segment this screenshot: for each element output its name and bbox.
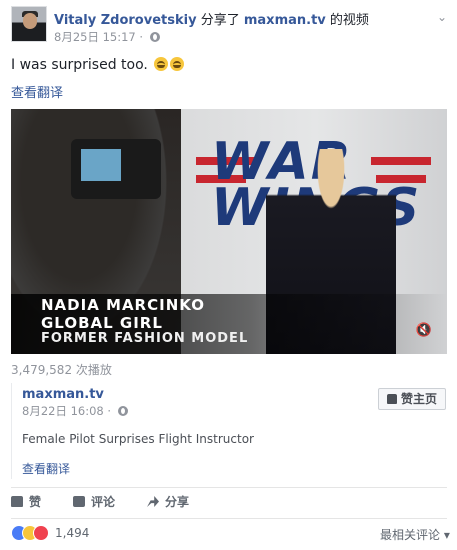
shared-post-description: Female Pilot Surprises Flight Instructor — [22, 432, 254, 446]
comment-bubble-icon — [73, 496, 85, 507]
love-reaction-icon — [33, 525, 49, 541]
avatar-face — [23, 13, 37, 29]
laughing-crying-emoji-icon — [154, 57, 169, 71]
chevron-down-icon[interactable]: ⌄ — [437, 10, 447, 24]
post-title: Vitaly Zdorovetskiy 分享了 maxman.tv 的视频 — [54, 9, 369, 28]
meta-separator: · — [107, 404, 112, 418]
shared-text: 分享了 — [200, 13, 240, 28]
like-label: 赞 — [29, 495, 42, 509]
caption-line-3: FORMER FASHION MODEL — [41, 331, 249, 346]
comment-label: 评论 — [91, 495, 116, 509]
divider — [11, 518, 447, 519]
action-bar: 赞 评论 分享 — [11, 492, 447, 512]
post-text: I was surprised too. — [11, 57, 148, 73]
reaction-count[interactable]: 1,494 — [55, 526, 89, 540]
shared-page-link[interactable]: maxman.tv — [244, 13, 326, 28]
comment-sort-label: 最相关评论 — [380, 528, 441, 542]
share-button[interactable]: 分享 — [147, 492, 189, 512]
see-translation-link[interactable]: 查看翻译 — [22, 460, 70, 477]
laughing-crying-emoji-icon — [170, 57, 185, 71]
like-page-button[interactable]: 赞主页 — [378, 388, 446, 410]
view-count: 3,479,582 次播放 — [11, 363, 112, 377]
possessive-video-label: 的视频 — [329, 13, 369, 28]
video-player[interactable]: WAR WINGS NADIA MARCINKO GLOBAL GIRL FOR… — [11, 109, 447, 354]
like-page-label: 赞主页 — [400, 392, 437, 406]
shared-post-meta: 8月22日 16:08 · — [22, 403, 128, 419]
shared-post-timestamp[interactable]: 8月22日 16:08 — [22, 404, 104, 418]
like-button[interactable]: 赞 — [11, 492, 41, 512]
caret-down-icon: ▾ — [443, 528, 450, 542]
comment-button[interactable]: 评论 — [73, 492, 115, 512]
see-translation-link[interactable]: 查看翻译 — [11, 82, 63, 101]
speaker-muted-icon[interactable]: 🔇 — [413, 322, 435, 340]
share-arrow-icon — [147, 496, 159, 507]
shared-page-name-link[interactable]: maxman.tv — [22, 387, 104, 402]
caption-line-1: NADIA MARCINKO — [41, 296, 205, 314]
post-meta: 8月25日 15:17 · — [54, 29, 160, 45]
caption-line-2: GLOBAL GIRL — [41, 314, 163, 332]
meta-separator: · — [139, 30, 144, 44]
thumbs-up-icon — [11, 496, 23, 507]
avatar[interactable] — [11, 6, 47, 42]
globe-icon[interactable] — [149, 32, 160, 42]
share-label: 分享 — [165, 495, 190, 509]
thumbs-up-icon — [386, 394, 397, 404]
video-camera-screen — [81, 149, 121, 181]
post-timestamp[interactable]: 8月25日 15:17 — [54, 30, 136, 44]
author-name-link[interactable]: Vitaly Zdorovetskiy — [54, 13, 197, 28]
globe-icon — [117, 406, 128, 416]
divider — [11, 487, 447, 488]
comment-sort-dropdown[interactable]: 最相关评论 ▾ — [380, 526, 450, 543]
post-body: I was surprised too. — [11, 57, 185, 73]
